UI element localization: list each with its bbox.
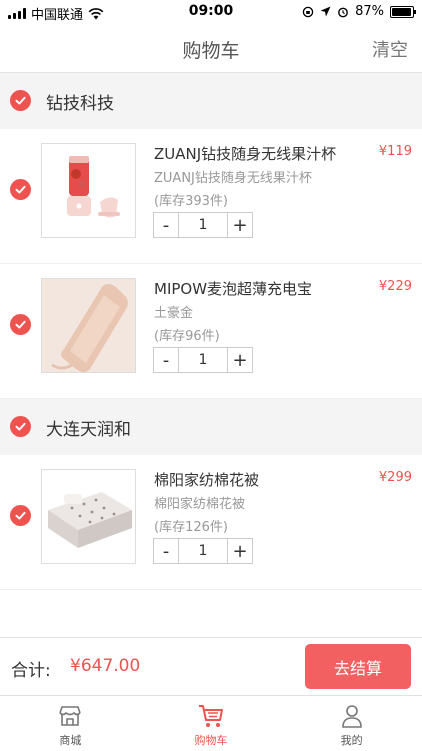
battery-icon: [390, 5, 416, 18]
increase-button[interactable]: +: [227, 347, 253, 373]
decrease-button[interactable]: -: [153, 347, 179, 373]
product-title[interactable]: MIPOW麦泡超薄充电宝: [154, 278, 339, 299]
product-variant: ZUANJ钻技随身无线果汁杯: [154, 171, 312, 186]
checkout-button[interactable]: 去结算: [305, 644, 411, 689]
location-icon: [320, 6, 331, 17]
quantity-value[interactable]: 1: [179, 347, 227, 373]
check-icon: [15, 511, 26, 520]
product-stock: (库存393件): [154, 194, 228, 209]
tab-bar: 商城 购物车 我的: [0, 695, 422, 751]
battery-percent: 87%: [355, 4, 384, 19]
alarm-icon: [338, 7, 348, 17]
quantity-stepper: - 1 +: [153, 538, 253, 564]
cart-list: 钻技科技 ZUANJ钻技随身无线果汁杯 ¥119 ZUANJ钻技随身无线果汁杯 …: [0, 73, 422, 590]
product-price: ¥299: [378, 470, 412, 485]
quantity-value[interactable]: 1: [179, 212, 227, 238]
shop-checkbox[interactable]: [10, 90, 31, 111]
clear-cart-button[interactable]: 清空: [372, 36, 408, 62]
check-icon: [15, 422, 26, 431]
product-image-quilt[interactable]: [41, 469, 136, 564]
quantity-value[interactable]: 1: [179, 538, 227, 564]
page-title: 购物车: [182, 40, 240, 62]
tab-label: 购物车: [194, 734, 228, 747]
item-checkbox[interactable]: [10, 314, 31, 335]
tab-cart[interactable]: 购物车: [141, 696, 282, 751]
tab-label: 商城: [59, 734, 82, 747]
status-bar: 中国联通 09:00 87%: [0, 0, 422, 24]
store-icon: [59, 706, 82, 726]
shop-header: 钻技科技: [0, 73, 422, 129]
check-icon: [15, 96, 26, 105]
rotation-lock-icon: [302, 6, 314, 17]
tab-label: 我的: [340, 734, 363, 747]
cart-item: MIPOW麦泡超薄充电宝 ¥229 土豪金 (库存96件) - 1 +: [0, 264, 422, 399]
shop-name: 钻技科技: [46, 94, 114, 114]
product-price: ¥119: [378, 144, 412, 159]
product-variant: 棉阳家纺棉花被: [154, 497, 246, 512]
product-stock: (库存126件): [154, 520, 228, 535]
product-title[interactable]: 棉阳家纺棉花被: [154, 469, 339, 490]
user-icon: [341, 705, 362, 728]
decrease-button[interactable]: -: [153, 538, 179, 564]
decrease-button[interactable]: -: [153, 212, 179, 238]
product-title[interactable]: ZUANJ钻技随身无线果汁杯: [154, 143, 339, 164]
cart-item: ZUANJ钻技随身无线果汁杯 ¥119 ZUANJ钻技随身无线果汁杯 (库存39…: [0, 129, 422, 264]
increase-button[interactable]: +: [227, 538, 253, 564]
check-icon: [15, 320, 26, 329]
item-checkbox[interactable]: [10, 505, 31, 526]
cart-icon: [199, 705, 223, 727]
product-stock: (库存96件): [154, 329, 220, 344]
nav-bar: 购物车 清空: [0, 24, 422, 73]
shop-checkbox[interactable]: [10, 416, 31, 437]
increase-button[interactable]: +: [227, 212, 253, 238]
cart-item: 棉阳家纺棉花被 ¥299 棉阳家纺棉花被 (库存126件) - 1 +: [0, 455, 422, 590]
product-variant: 土豪金: [154, 306, 194, 321]
item-checkbox[interactable]: [10, 179, 31, 200]
product-image-power-bank[interactable]: [41, 278, 136, 373]
quantity-stepper: - 1 +: [153, 347, 253, 373]
tab-profile[interactable]: 我的: [281, 696, 422, 751]
shop-header: 大连天润和: [0, 399, 422, 455]
total-amount: ¥647.00: [70, 656, 141, 676]
check-icon: [15, 185, 26, 194]
total-label: 合计:: [11, 661, 51, 681]
shop-name: 大连天润和: [46, 420, 131, 440]
checkout-bar: 合计: ¥647.00 去结算: [0, 637, 422, 695]
quantity-stepper: - 1 +: [153, 212, 253, 238]
product-price: ¥229: [378, 279, 412, 294]
tab-store[interactable]: 商城: [0, 696, 141, 751]
product-image-juicer[interactable]: [41, 143, 136, 238]
